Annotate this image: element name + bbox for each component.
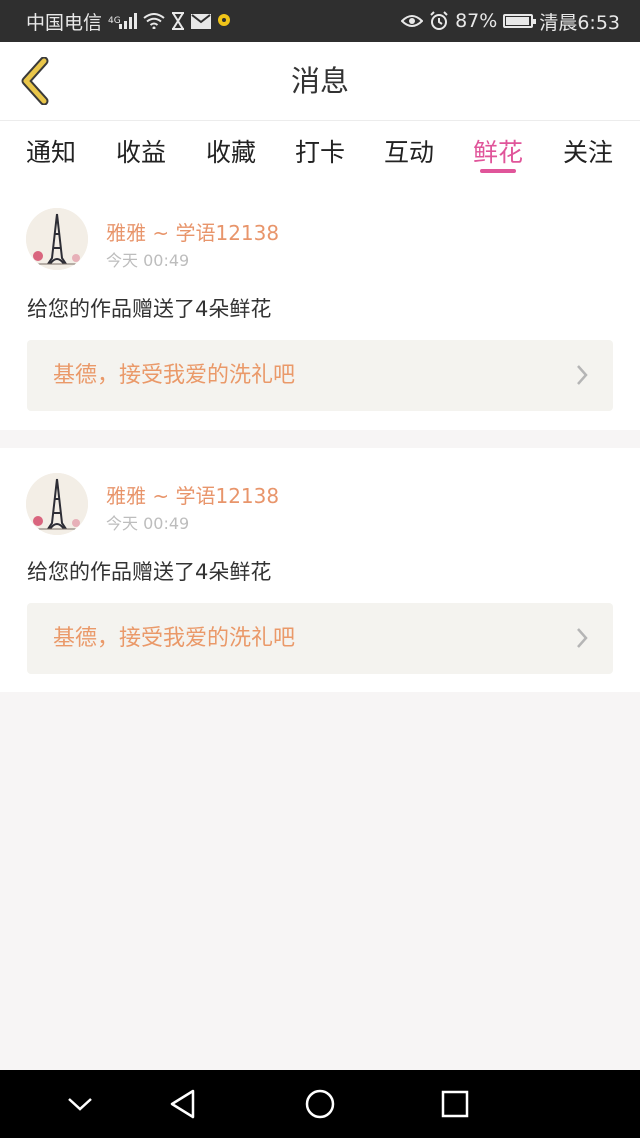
- message-card: 雅雅 ~ 学语12138 今天 00:49 给您的作品赠送了4朵鲜花 基德，接受…: [0, 181, 640, 430]
- work-link[interactable]: 基德，接受我爱的洗礼吧: [27, 340, 613, 411]
- active-tab-indicator: [480, 169, 516, 173]
- avatar[interactable]: [26, 473, 88, 535]
- signal-icon: 4G: [108, 13, 137, 29]
- back-nav-button[interactable]: [162, 1084, 202, 1124]
- sender-name[interactable]: 雅雅 ~ 学语12138: [106, 217, 279, 246]
- chevron-left-icon: [21, 57, 49, 105]
- eiffel-tower-icon: [26, 208, 88, 270]
- tab-flowers[interactable]: 鲜花: [458, 133, 538, 181]
- mail-icon: [190, 13, 211, 29]
- tab-label: 通知: [25, 138, 76, 167]
- work-link[interactable]: 基德，接受我爱的洗礼吧: [27, 603, 613, 674]
- status-bar: 中国电信 4G 87% 清晨6:53: [0, 0, 640, 42]
- hourglass-icon: [171, 12, 185, 30]
- carrier-name: 中国电信: [26, 11, 103, 34]
- notification-icon: [217, 13, 231, 29]
- back-button[interactable]: [14, 56, 54, 106]
- tab-checkin[interactable]: 打卡: [280, 133, 360, 181]
- battery-icon: [503, 14, 537, 28]
- hide-keyboard-button[interactable]: [60, 1084, 100, 1124]
- tab-interactions[interactable]: 互动: [369, 133, 449, 181]
- chevron-right-icon: [577, 365, 588, 385]
- tab-label: 打卡: [294, 138, 345, 167]
- recents-nav-button[interactable]: [435, 1084, 475, 1124]
- recents-square-icon: [441, 1090, 469, 1118]
- back-triangle-icon: [170, 1089, 195, 1119]
- battery-level: [506, 17, 529, 25]
- header-bar: 消息: [0, 42, 640, 121]
- work-title: 基德，接受我爱的洗礼吧: [53, 363, 296, 388]
- battery-percent: 87%: [455, 10, 498, 32]
- tab-bar: 通知 收益 收藏 打卡 互动 鲜花 关注: [0, 121, 640, 181]
- home-nav-button[interactable]: [300, 1084, 340, 1124]
- sender-name[interactable]: 雅雅 ~ 学语12138: [106, 480, 279, 509]
- eiffel-tower-icon: [26, 473, 88, 535]
- tab-notifications[interactable]: 通知: [11, 133, 91, 181]
- message-time: 今天 00:49: [106, 251, 190, 270]
- wifi-icon: [143, 13, 165, 29]
- home-circle-icon: [305, 1089, 335, 1119]
- avatar[interactable]: [26, 208, 88, 270]
- page-title: 消息: [290, 64, 349, 98]
- message-time: 今天 00:49: [106, 514, 190, 533]
- tab-label: 互动: [383, 138, 434, 167]
- tab-label: 关注: [562, 138, 613, 167]
- work-title: 基德，接受我爱的洗礼吧: [53, 626, 296, 651]
- alarm-icon: [429, 11, 449, 31]
- tab-earnings[interactable]: 收益: [101, 133, 181, 181]
- messages-page: 中国电信 4G 87% 清晨6:53 消息 通知 收益 收藏 打卡 互动 鲜花 …: [0, 0, 640, 1138]
- message-text: 给您的作品赠送了4朵鲜花: [27, 560, 272, 584]
- tab-following[interactable]: 关注: [548, 133, 628, 181]
- tab-label: 收益: [115, 138, 166, 167]
- clock: 清晨6:53: [539, 11, 620, 34]
- tab-label: 鲜花: [472, 138, 523, 167]
- message-card: 雅雅 ~ 学语12138 今天 00:49 给您的作品赠送了4朵鲜花 基德，接受…: [0, 448, 640, 692]
- chevron-right-icon: [577, 628, 588, 648]
- message-text: 给您的作品赠送了4朵鲜花: [27, 297, 272, 321]
- hide-keyboard-icon: [68, 1098, 92, 1111]
- eye-icon: [401, 14, 424, 28]
- system-nav-bar: [0, 1070, 640, 1138]
- tab-favorites[interactable]: 收藏: [191, 133, 271, 181]
- tab-label: 收藏: [205, 138, 256, 167]
